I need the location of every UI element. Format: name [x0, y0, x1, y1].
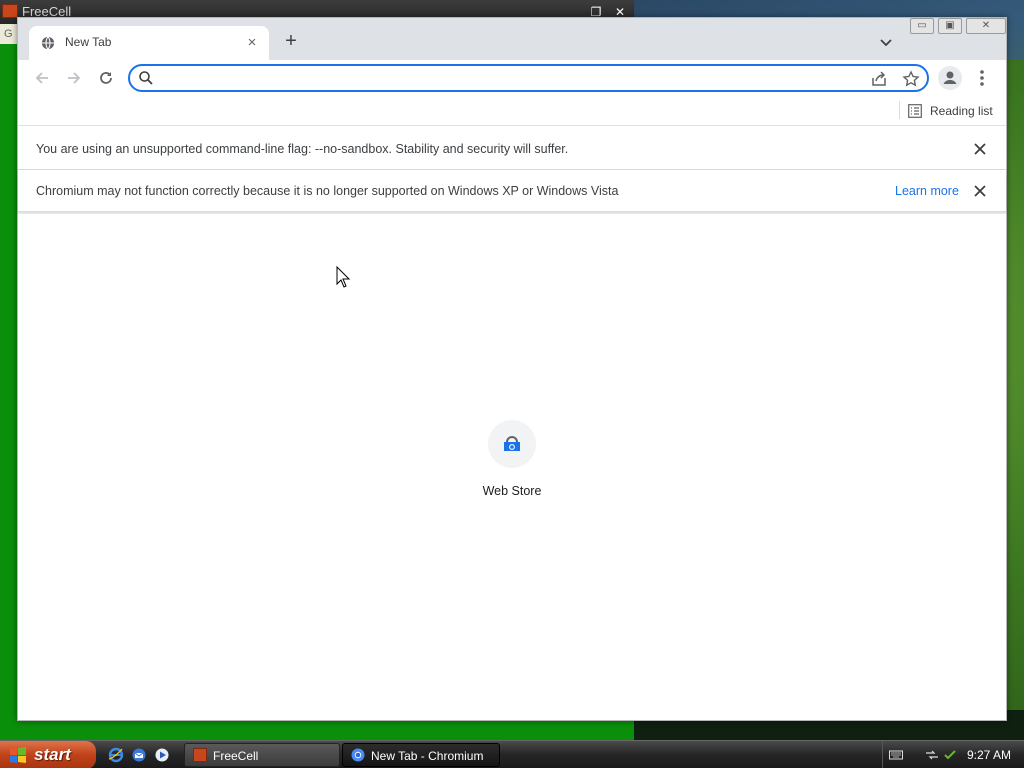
back-arrow-icon[interactable] — [32, 68, 52, 88]
infobar-message: Chromium may not function correctly beca… — [36, 184, 619, 198]
taskbar-item-label: FreeCell — [213, 749, 259, 763]
shortcut-label: Web Store — [482, 484, 542, 498]
freecell-icon — [2, 4, 18, 18]
reading-list-button[interactable]: Reading list — [908, 100, 993, 122]
taskbar-item-freecell[interactable]: FreeCell — [184, 743, 340, 767]
address-input[interactable] — [160, 68, 850, 88]
bookmarks-bar: Reading list — [18, 96, 1006, 126]
forward-arrow-icon[interactable] — [64, 68, 84, 88]
close-icon[interactable] — [972, 183, 988, 199]
taskbar-item-chromium[interactable]: New Tab - Chromium — [342, 743, 500, 767]
person-icon — [943, 71, 957, 84]
taskbar: start FreeCell New Tab - Chromium 9:27 A… — [0, 740, 1024, 768]
keyboard-icon[interactable] — [889, 748, 903, 762]
globe-icon — [41, 36, 55, 50]
window-controls: ▭ ▣ ✕ — [910, 18, 1010, 36]
system-tray: 9:27 AM — [882, 741, 1024, 768]
tab-strip: New Tab × + ▭ ▣ ✕ — [18, 18, 1006, 60]
new-tab-page: Web Store — [18, 214, 1006, 720]
media-player-icon[interactable] — [154, 747, 170, 763]
bookmarks-divider — [899, 101, 900, 119]
mouse-cursor-icon — [336, 266, 350, 288]
unsupported-os-infobar: Chromium may not function correctly beca… — [18, 170, 1006, 212]
reading-list-label: Reading list — [930, 104, 993, 118]
outlook-express-icon[interactable] — [131, 747, 147, 763]
windows-logo-icon — [10, 747, 26, 763]
kebab-menu-icon[interactable] — [974, 68, 990, 88]
learn-more-link[interactable]: Learn more — [895, 184, 959, 198]
bookmark-star-icon[interactable] — [902, 70, 920, 88]
reload-icon[interactable] — [96, 68, 116, 88]
omnibox[interactable] — [128, 64, 929, 92]
tab-new-tab[interactable]: New Tab × — [29, 26, 269, 60]
share-icon[interactable] — [870, 70, 888, 88]
tab-search-chevron-icon[interactable] — [876, 32, 896, 52]
internet-explorer-icon[interactable] — [108, 747, 124, 763]
tab-close-button[interactable]: × — [243, 34, 261, 52]
infobar-message: You are using an unsupported command-lin… — [36, 142, 569, 156]
clock[interactable]: 9:27 AM — [967, 741, 1011, 768]
search-icon — [139, 71, 153, 85]
reading-list-icon — [908, 104, 922, 118]
chromium-window[interactable]: New Tab × + ▭ ▣ ✕ Reading list You are u… — [17, 17, 1007, 721]
freecell-menu-game[interactable]: G — [4, 28, 13, 40]
chromium-icon — [351, 748, 365, 762]
taskbar-item-label: New Tab - Chromium — [371, 749, 484, 763]
shortcut-tile — [488, 420, 536, 468]
start-label: start — [34, 745, 71, 764]
sandbox-warning-infobar: You are using an unsupported command-lin… — [18, 128, 1006, 170]
tab-title: New Tab — [65, 35, 112, 49]
freecell-icon — [193, 748, 207, 762]
close-icon[interactable] — [972, 141, 988, 157]
start-button[interactable]: start — [0, 741, 96, 768]
toolbar — [18, 60, 1006, 96]
shortcut-web-store[interactable]: Web Store — [464, 420, 560, 510]
network-icon[interactable] — [925, 748, 939, 762]
safely-remove-hardware-icon[interactable] — [943, 748, 957, 762]
new-tab-button[interactable]: + — [280, 30, 302, 52]
close-window-button[interactable]: ✕ — [966, 18, 1006, 34]
profile-avatar-button[interactable] — [938, 66, 962, 90]
web-store-icon — [504, 436, 520, 451]
maximize-button[interactable]: ▣ — [938, 18, 962, 34]
minimize-button[interactable]: ▭ — [910, 18, 934, 34]
